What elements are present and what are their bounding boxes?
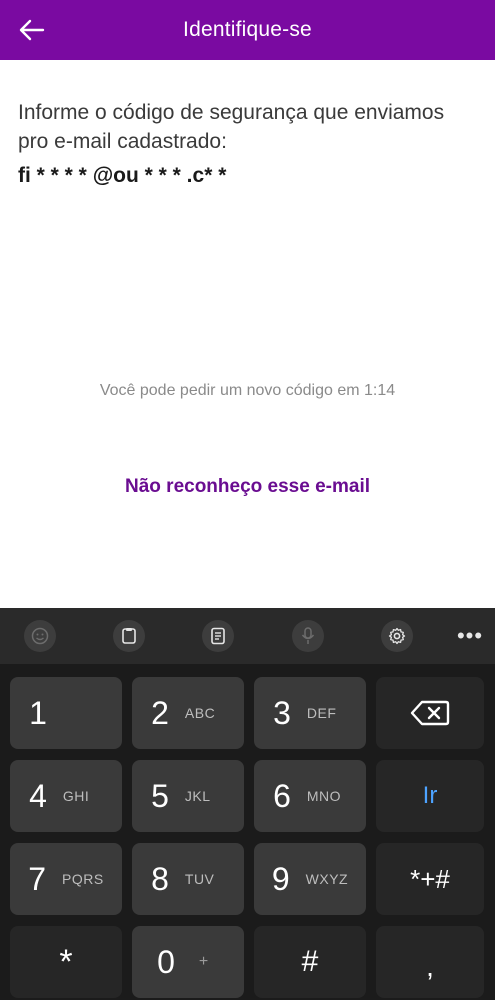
resend-countdown-text: Você pode pedir um novo código em 1:14	[99, 382, 396, 399]
key-digit: 1	[29, 694, 47, 731]
comma-key[interactable]: ,	[376, 926, 484, 998]
arrow-left-icon	[19, 19, 45, 41]
go-key[interactable]: Ir	[376, 760, 484, 832]
page-title: Identifique-se	[183, 18, 312, 41]
microphone-icon	[301, 627, 315, 644]
masked-email: fi * * * * @ou * * * .c* *	[18, 164, 227, 187]
emoji-button[interactable]	[24, 620, 56, 652]
star-label: *	[59, 942, 73, 981]
more-options-icon: •••	[456, 623, 484, 648]
hash-label: #	[301, 945, 319, 978]
keyboard-toolbar: •••	[0, 608, 495, 664]
numeric-keyboard: ••• 1 2 ABC 3 DEF 4 GHI 5 JKL 6 MNO Ir 7…	[0, 608, 495, 1000]
text-note-icon	[211, 627, 225, 645]
text-note-button[interactable]	[202, 620, 234, 652]
unknown-email-link[interactable]: Não reconheço esse e-mail	[0, 476, 495, 498]
app-header: Identifique-se	[0, 0, 495, 60]
comma-label: ,	[426, 951, 434, 982]
key-9[interactable]: 9 WXYZ	[254, 843, 366, 915]
instruction-text: Informe o código de segurança que enviam…	[18, 101, 445, 153]
key-digit: 9	[271, 860, 290, 897]
backspace-key[interactable]	[376, 677, 484, 749]
key-3[interactable]: 3 DEF	[254, 677, 366, 749]
settings-gear-icon	[388, 627, 406, 645]
key-8[interactable]: 8 TUV	[132, 843, 244, 915]
key-digit: 7	[28, 860, 47, 897]
clipboard-icon	[122, 628, 136, 644]
symbols-label: *+#	[410, 863, 450, 894]
settings-button[interactable]	[381, 620, 413, 652]
key-digit: 0	[157, 943, 175, 980]
go-label: Ir	[422, 782, 438, 809]
key-1[interactable]: 1	[10, 677, 122, 749]
key-letters: WXYZ	[305, 871, 349, 887]
key-digit: 5	[151, 777, 169, 814]
key-digit: 8	[151, 860, 169, 897]
key-letters: DEF	[306, 705, 337, 721]
key-digit: 3	[273, 694, 291, 731]
key-letters: JKL	[184, 788, 211, 804]
key-7[interactable]: 7 PQRS	[10, 843, 122, 915]
clipboard-button[interactable]	[113, 620, 145, 652]
backspace-icon	[410, 700, 450, 726]
key-letters: PQRS	[62, 871, 104, 887]
key-letters: +	[198, 953, 209, 970]
symbols-key[interactable]: *+#	[376, 843, 484, 915]
microphone-button[interactable]	[292, 620, 324, 652]
key-6[interactable]: 6 MNO	[254, 760, 366, 832]
key-digit: 6	[273, 777, 291, 814]
star-key[interactable]: *	[10, 926, 122, 998]
key-digit: 2	[151, 694, 169, 731]
key-letters: MNO	[306, 788, 342, 804]
emoji-icon	[31, 627, 49, 645]
key-4[interactable]: 4 GHI	[10, 760, 122, 832]
key-letters: TUV	[184, 871, 215, 887]
hash-key[interactable]: #	[254, 926, 366, 998]
key-digit: 4	[29, 777, 47, 814]
more-options-button[interactable]: •••	[456, 622, 484, 650]
key-2[interactable]: 2 ABC	[132, 677, 244, 749]
key-0[interactable]: 0 +	[132, 926, 244, 998]
main-content: Informe o código de segurança que enviam…	[0, 60, 495, 608]
key-letters: GHI	[62, 788, 90, 804]
key-letters: ABC	[184, 705, 216, 721]
key-5[interactable]: 5 JKL	[132, 760, 244, 832]
back-button[interactable]	[14, 12, 50, 48]
